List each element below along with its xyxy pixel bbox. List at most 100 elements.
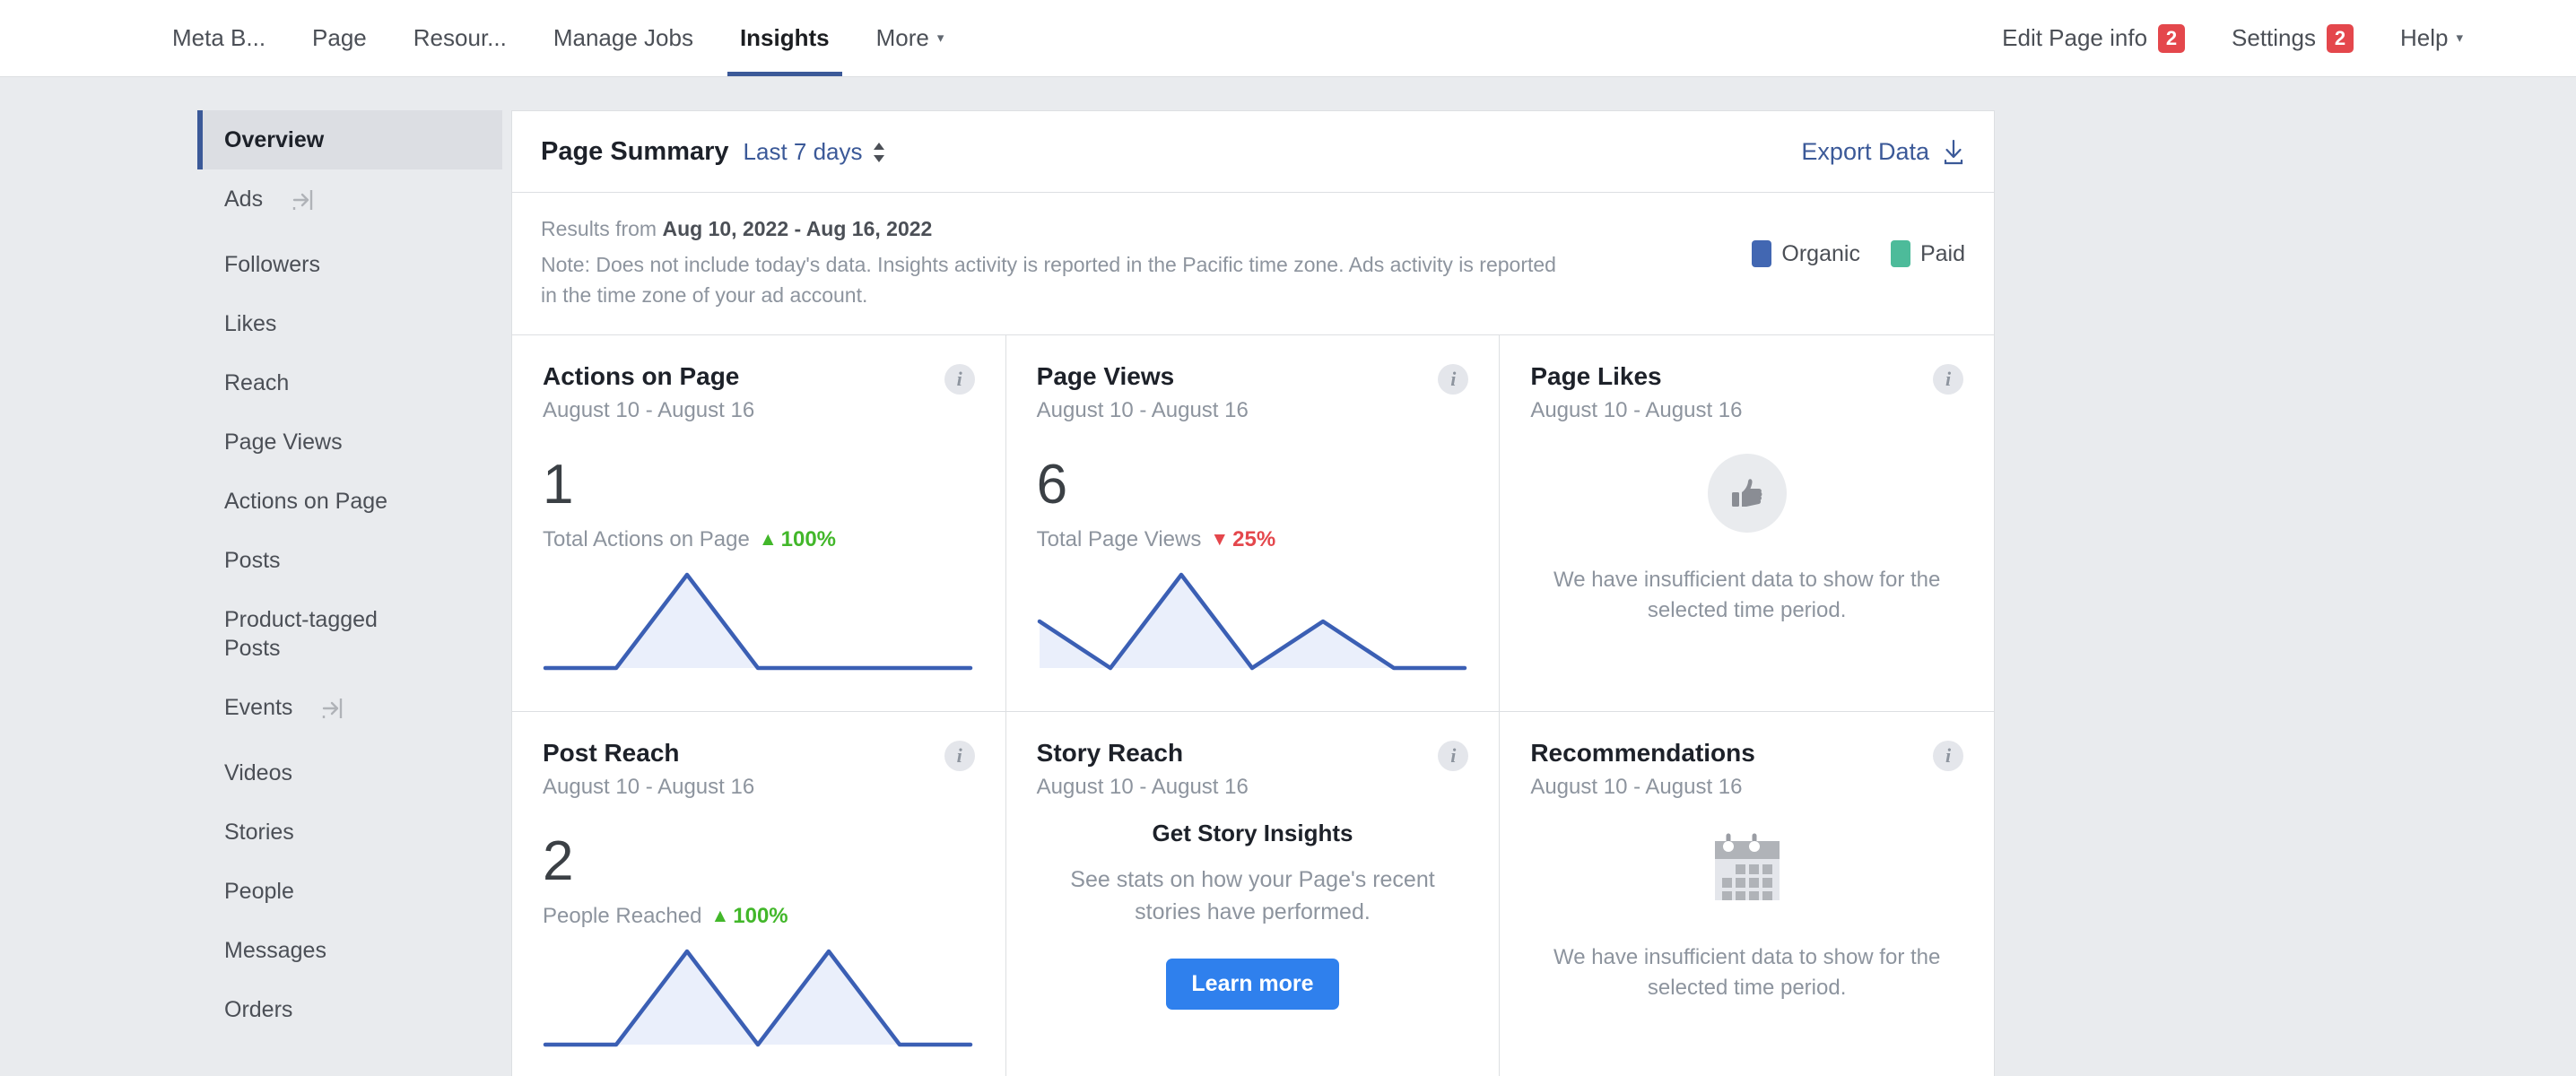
top-nav-item-insights[interactable]: Insights (717, 0, 853, 76)
legend-swatch (1752, 240, 1771, 267)
info-icon[interactable]: i (1933, 741, 1963, 771)
sidebar-item-list: Overview Ads Followers Likes Reach Page Views… (197, 110, 502, 1039)
sidebar-item-label: Followers (224, 250, 320, 279)
sidebar-item-followers[interactable]: Followers (197, 235, 502, 294)
card-title: Page Likes (1530, 362, 1963, 391)
top-nav-label: Settings (2232, 24, 2316, 52)
insights-card-page-likes: Page Likes August 10 - August 16 i We have … (1500, 335, 1994, 712)
sidebar-item-stories[interactable]: Stories (197, 803, 502, 862)
insights-card-actions-on-page: Actions on PageAugust 10 - August 16i1To… (512, 335, 1006, 712)
metric-value: 6 (1037, 457, 1469, 513)
metric-label-row: Total Actions on Page▲100% (543, 527, 975, 552)
sidebar-item-label: Messages (224, 936, 326, 965)
empty-state: We have insufficient data to show for th… (1530, 423, 1963, 628)
sidebar-item-label: Likes (224, 309, 276, 338)
metric-delta-value: 100% (733, 904, 788, 929)
sidebar-item-page-views[interactable]: Page Views (197, 412, 502, 472)
external-link-icon (319, 696, 344, 728)
top-nav-left-group: Meta B... PageResour...Manage JobsInsight… (149, 0, 967, 76)
sidebar-item-posts[interactable]: Posts (197, 531, 502, 590)
sidebar-item-ads[interactable]: Ads (197, 169, 502, 235)
info-icon[interactable]: i (1933, 364, 1963, 395)
promo-description: See stats on how your Page's recent stor… (1041, 863, 1463, 929)
sidebar-item-label: Page Views (224, 428, 343, 456)
metric-value: 2 (543, 834, 975, 889)
thumbs-up-icon (1708, 454, 1787, 533)
sidebar-item-product-tagged-posts[interactable]: Product-tagged Posts (197, 590, 502, 678)
date-range-selector[interactable]: Last 7 days (744, 138, 886, 166)
top-nav-item-page[interactable]: Page (289, 0, 390, 76)
top-nav-item-help[interactable]: Help▾ (2377, 0, 2486, 76)
sidebar-item-actions-on-page[interactable]: Actions on Page (197, 472, 502, 531)
sidebar-item-events[interactable]: Events (197, 678, 502, 743)
top-nav-item-more[interactable]: More▾ (853, 0, 968, 76)
sidebar-item-reach[interactable]: Reach (197, 353, 502, 412)
sidebar-item-label: Posts (224, 546, 281, 575)
insights-card-page-views: Page Views August 10 - August 16 i 6 Total P… (1006, 335, 1501, 712)
sparkline-chart (543, 949, 975, 1052)
legend-label: Paid (1920, 241, 1965, 267)
metric-label-row: Total Page Views ▼25% (1037, 527, 1469, 552)
sidebar-item-label: Product-tagged Posts (224, 605, 378, 663)
note-line-1: Note: Does not include today's data. Ins… (541, 249, 1556, 281)
sidebar-item-videos[interactable]: Videos (197, 743, 502, 803)
info-icon[interactable]: i (1438, 364, 1468, 395)
page-summary-header: Page Summary Last 7 days Export Data (512, 111, 1994, 193)
metric-delta: ▲100% (710, 904, 788, 929)
main-content: Page Summary Last 7 days Export Data (511, 77, 2576, 1076)
card-date-range: August 10 - August 16 (1530, 775, 1963, 800)
metric-delta-value: 100% (781, 527, 836, 552)
top-nav-item-edit-page-info[interactable]: Edit Page info2 (1979, 0, 2208, 76)
external-link-icon (290, 187, 315, 220)
promo-title: Get Story Insights (1153, 820, 1353, 847)
notification-badge: 2 (2327, 24, 2354, 53)
sparkline-chart (543, 572, 975, 675)
learn-more-button[interactable]: Learn more (1166, 959, 1338, 1010)
metric-label: Total Page Views (1037, 527, 1202, 552)
insights-card-grid: Actions on Page August 10 - August 16 i 1 To… (512, 335, 1994, 1076)
top-nav-item-resour[interactable]: Resour... (390, 0, 530, 76)
download-icon (1942, 139, 1965, 166)
legend-label: Organic (1781, 241, 1860, 267)
sidebar-item-label: Orders (224, 995, 292, 1024)
page-title: Page Summary (541, 137, 729, 167)
card-date-range: August 10 - August 16 (1530, 398, 1963, 423)
notification-badge: 2 (2158, 24, 2185, 53)
insights-card-post-reach: Post ReachAugust 10 - August 16i2People … (512, 712, 1006, 1076)
metric-delta: ▼25% (1210, 527, 1275, 552)
top-nav-label: More (876, 24, 929, 52)
sidebar-item-label: Actions on Page (224, 487, 387, 516)
sidebar-item-likes[interactable]: Likes (197, 294, 502, 353)
legend-swatch (1891, 240, 1910, 267)
info-icon[interactable]: i (1438, 741, 1468, 771)
card-title: Actions on Page (543, 362, 975, 391)
sidebar-item-people[interactable]: People (197, 862, 502, 921)
sidebar-item-overview[interactable]: Overview (197, 110, 502, 169)
legend-item-paid: Paid (1891, 240, 1965, 267)
metric-value: 1 (543, 457, 975, 513)
sidebar-item-messages[interactable]: Messages (197, 921, 502, 980)
top-nav-item-settings[interactable]: Settings 2 (2208, 0, 2377, 76)
sidebar-item-label: Ads (224, 185, 263, 213)
info-icon[interactable]: i (944, 741, 975, 771)
metric-delta-value: 25% (1232, 527, 1275, 552)
metric-label: People Reached (543, 904, 701, 929)
results-date-range: Aug 10, 2022 - Aug 16, 2022 (662, 217, 932, 240)
export-data-button[interactable]: Export Data (1801, 138, 1965, 166)
top-nav-label: Meta B... (172, 24, 265, 52)
metric-delta: ▲100% (759, 527, 836, 552)
top-nav-item-meta-b[interactable]: Meta B... (149, 0, 289, 76)
insights-card-story-reach: Story ReachAugust 10 - August 16iGet Sto… (1006, 712, 1501, 1076)
card-title: Page Views (1037, 362, 1469, 391)
sidebar-item-label: Stories (224, 818, 294, 846)
sidebar-item-label: People (224, 877, 294, 906)
metric-label-row: People Reached ▲100% (543, 904, 975, 929)
sort-updown-icon (872, 141, 886, 164)
sidebar-item-label: Videos (224, 759, 292, 787)
chevron-down-icon: ▾ (2456, 31, 2463, 45)
calendar-icon (1712, 830, 1782, 910)
card-date-range: August 10 - August 16 (1037, 398, 1469, 423)
info-icon[interactable]: i (944, 364, 975, 395)
sidebar-item-orders[interactable]: Orders (197, 980, 502, 1039)
top-nav-item-manage-jobs[interactable]: Manage Jobs (530, 0, 717, 76)
